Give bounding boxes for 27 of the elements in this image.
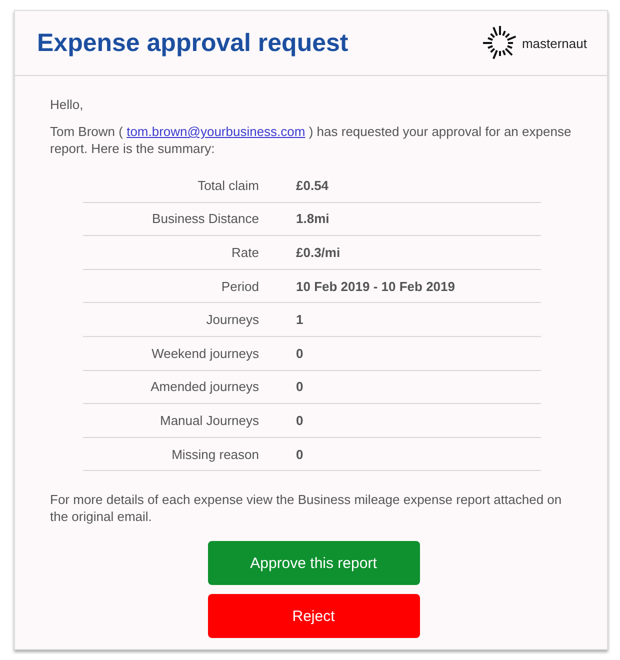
summary-label: Journeys: [206, 312, 259, 328]
summary-label: Missing reason: [172, 446, 259, 462]
summary-value: 0: [296, 446, 304, 462]
summary-value: 0: [296, 379, 304, 394]
details-note: For more details of each expense view the Business mileage expense report attached on the original email.: [50, 491, 563, 526]
logo-icon: [482, 25, 518, 61]
greeting-text: Hello,: [50, 96, 84, 113]
summary-label: Manual Journeys: [160, 412, 259, 428]
email-title: Expense approval request: [37, 28, 348, 58]
summary-label: Amended journeys: [150, 379, 259, 394]
logo-text: masternaut: [522, 36, 587, 50]
intro-paragraph: Tom Brown ( tom.brown@yourbusiness.com ) has requested your approval for an expense report. Here is the summary:: [50, 123, 572, 157]
summary-value: £0.54: [296, 178, 330, 193]
summary-label: Rate: [232, 244, 259, 260]
summary-value: 1: [296, 312, 304, 328]
email-link[interactable]: tom.brown@yourbusiness.com: [126, 124, 306, 139]
summary-value: 1.8mi: [296, 211, 330, 226]
summary-value: £0.3/mi: [296, 244, 342, 260]
summary-label: Business Distance: [152, 211, 259, 226]
summary-label: Total claim: [198, 178, 259, 193]
approve-button[interactable]: Approve this report: [208, 541, 420, 586]
summary-value: 10 Feb 2019 - 10 Feb 2019: [296, 278, 456, 294]
summary-value: 0: [296, 346, 304, 361]
summary-label: Weekend journeys: [152, 346, 259, 361]
summary-value: 0: [296, 412, 304, 428]
summary-label: Period: [221, 278, 259, 294]
reject-button[interactable]: Reject: [208, 594, 420, 638]
